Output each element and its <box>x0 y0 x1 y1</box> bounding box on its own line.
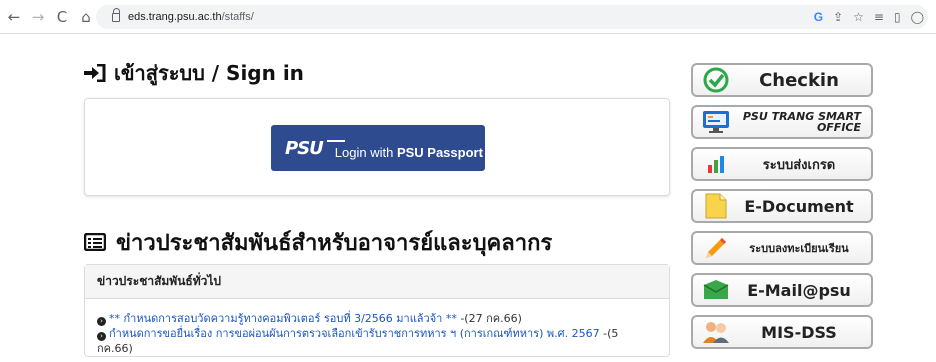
news-link[interactable]: กำหนดการขอยื่นเรื่อง การขอผ่อนผันการตรวจ… <box>109 327 600 340</box>
reload-icon[interactable]: C <box>52 7 72 27</box>
envelope-icon <box>699 275 733 305</box>
home-icon[interactable]: ⌂ <box>76 7 96 27</box>
lock-icon[interactable] <box>112 7 120 22</box>
news-item: › ** กำหนดการสอบวัดความรู้ทางคอมพิวเตอร์ … <box>97 311 657 326</box>
e-document-button[interactable]: E-Document <box>691 189 873 223</box>
news-list: › ** กำหนดการสอบวัดความรู้ทางคอมพิวเตอร์ … <box>85 299 669 356</box>
monitor-icon <box>699 107 733 137</box>
smart-office-button[interactable]: PSU TRANG SMART OFFICE <box>691 105 873 139</box>
check-circle-icon <box>699 65 733 95</box>
share-icon[interactable]: ⇪ <box>833 10 843 24</box>
document-icon <box>699 191 733 221</box>
psu-logo: PSU <box>285 138 345 159</box>
back-icon[interactable]: ← <box>4 7 24 27</box>
email-psu-button[interactable]: E-Mail@psu <box>691 273 873 307</box>
users-icon <box>699 317 733 347</box>
arrow-circle-icon: › <box>97 332 106 341</box>
browser-toolbar: ← → C ⌂ eds.trang.psu.ac.th/staffs/ G ⇪ … <box>0 0 936 34</box>
pencil-icon <box>699 233 733 263</box>
news-card-title: ข่าวประชาสัมพันธ์ทั่วไป <box>85 265 669 299</box>
side-panel-icon[interactable]: ▯ <box>894 10 901 24</box>
news-item: › กำหนดการขอยื่นเรื่อง การขอผ่อนผันการตรว… <box>97 327 619 355</box>
main-content: เข้าสู่ระบบ / Sign in PSU Login with PSU… <box>84 58 670 357</box>
reading-list-icon[interactable]: ≡ <box>874 10 884 24</box>
news-link[interactable]: ** กำหนดการสอบวัดความรู้ทางคอมพิวเตอร์ ร… <box>109 312 457 325</box>
course-registration-button[interactable]: ระบบลงทะเบียนเรียน <box>691 231 873 265</box>
profile-icon[interactable]: ◯ <box>911 10 924 24</box>
list-alt-icon <box>84 233 106 251</box>
psu-passport-login-button[interactable]: PSU Login with PSU Passport <box>271 125 485 171</box>
url-text[interactable]: eds.trang.psu.ac.th/staffs/ <box>128 11 254 23</box>
grade-submission-button[interactable]: ระบบส่งเกรด <box>691 147 873 181</box>
mis-dss-button[interactable]: MIS-DSS <box>691 315 873 349</box>
signin-panel: PSU Login with PSU Passport <box>84 98 670 196</box>
quick-links-sidebar: Checkin PSU TRANG SMART OFFICE ระบบส่งเก… <box>691 63 873 357</box>
news-card: ข่าวประชาสัมพันธ์ทั่วไป › ** กำหนดการสอบว… <box>84 264 670 357</box>
bar-chart-icon <box>699 149 733 179</box>
sign-in-icon <box>84 64 106 82</box>
login-button-label: Login with PSU Passport <box>334 144 483 160</box>
forward-icon[interactable]: → <box>28 7 48 27</box>
signin-heading: เข้าสู่ระบบ / Sign in <box>84 58 670 88</box>
translate-icon[interactable]: G <box>814 10 823 24</box>
bookmark-star-icon[interactable]: ☆ <box>853 10 864 24</box>
checkin-button[interactable]: Checkin <box>691 63 873 97</box>
news-heading: ข่าวประชาสัมพันธ์สำหรับอาจารย์และบุคลากร <box>84 226 670 258</box>
arrow-circle-icon: › <box>97 317 106 326</box>
address-bar[interactable]: eds.trang.psu.ac.th/staffs/ G ⇪ ☆ ≡ ▯ ◯ <box>96 5 928 29</box>
